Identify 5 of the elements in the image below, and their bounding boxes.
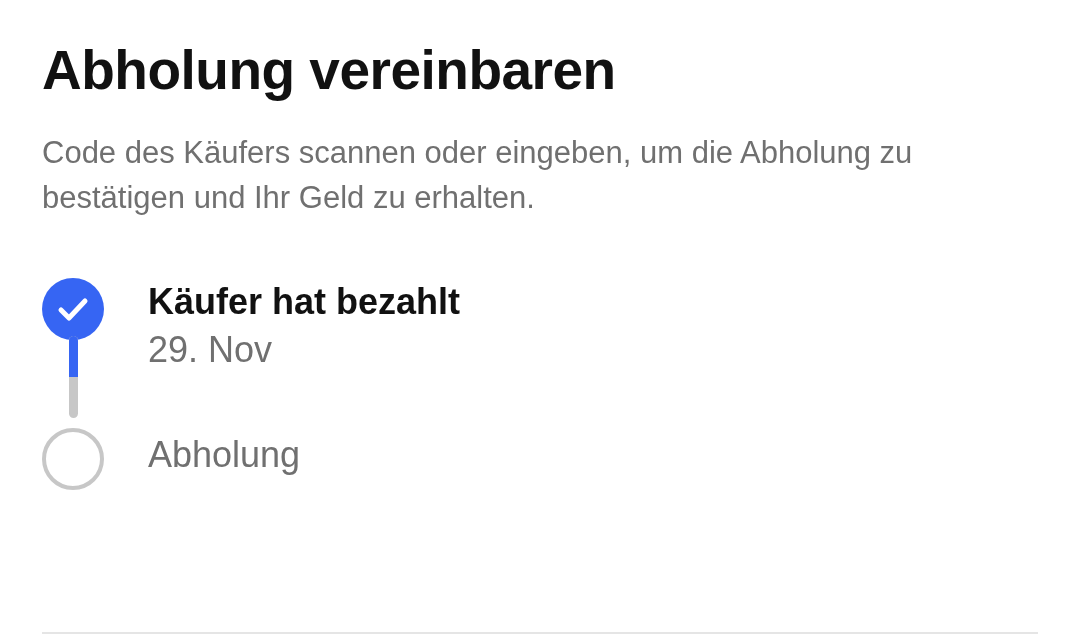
- description: Code des Käufers scannen oder eingeben, um die Abholung zu bestätigen und Ihr Geld zu erhalten.: [42, 134, 914, 217]
- step-date: 29. Nov: [148, 328, 274, 372]
- step-title: Käufer hat bezahlt: [148, 280, 461, 324]
- page-title: Abholung vereinbaren: [42, 38, 617, 102]
- step-title: Abholung: [148, 433, 301, 477]
